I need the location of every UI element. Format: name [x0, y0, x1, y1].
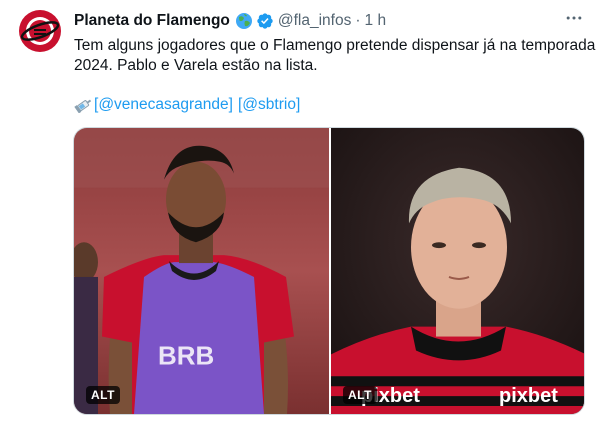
link-bracket-close-1: ]	[228, 96, 233, 113]
more-options-icon	[566, 16, 582, 20]
author-name[interactable]: Planeta do Flamengo	[74, 12, 230, 30]
tweet-text: Tem alguns jogadores que o Flamengo pret…	[74, 36, 596, 76]
verified-badge-icon	[257, 13, 273, 29]
mention-link-sbtrio[interactable]: @sbtrio	[242, 95, 296, 115]
tweet-text-line-1: Tem alguns jogadores que o Flamengo pret…	[74, 37, 596, 54]
author-handle[interactable]: @fla_infos	[278, 12, 351, 30]
tweet-text-line-2: 2024. Pablo e Varela estão na lista.	[74, 57, 318, 74]
tweet-header: Planeta do Flamengo @fla_infos · 1 h	[74, 9, 582, 33]
alt-badge-left[interactable]: ALT	[86, 386, 120, 404]
more-options-button[interactable]	[562, 6, 586, 30]
jersey-sponsor-right-text: pixbet	[499, 385, 558, 407]
syringe-icon	[74, 99, 92, 113]
bib-sponsor-text: BRB	[158, 342, 214, 370]
photo-varela[interactable]: pixbet pixbet	[331, 128, 585, 414]
globe-icon	[235, 13, 252, 29]
timestamp[interactable]: 1 h	[365, 12, 387, 30]
photo-pablo[interactable]: BRB	[74, 128, 329, 414]
tweet-card[interactable]: Planeta do Flamengo @fla_infos · 1 h Tem…	[0, 0, 602, 423]
mention-link-venecasagrande[interactable]: @venecasagrande	[98, 95, 228, 115]
alt-badge-right[interactable]: ALT	[343, 386, 377, 404]
avatar[interactable]	[19, 10, 61, 52]
media-grid: BRB pixbet pixbet ALT ALT	[73, 127, 585, 415]
source-links: [ @venecasagrande ] [ @sbtrio ]	[74, 95, 300, 115]
link-bracket-close-2: ]	[295, 96, 301, 113]
separator-dot: ·	[355, 12, 361, 29]
